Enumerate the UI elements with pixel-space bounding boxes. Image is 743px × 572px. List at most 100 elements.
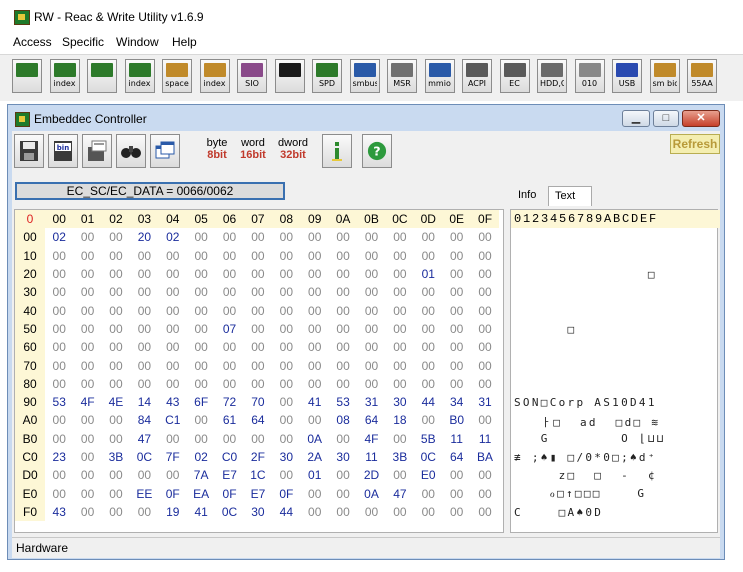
hex-cell[interactable]: 00: [442, 228, 470, 246]
hex-cell[interactable]: 0A: [301, 430, 329, 448]
hex-cell[interactable]: 00: [272, 283, 300, 301]
oscilloscope-button[interactable]: [274, 59, 305, 93]
hex-cell[interactable]: 00: [244, 247, 272, 265]
hex-cell[interactable]: 02: [159, 228, 187, 246]
hex-cell[interactable]: 00: [329, 338, 357, 356]
hex-cell[interactable]: 00: [442, 320, 470, 338]
hex-cell[interactable]: 00: [102, 265, 130, 283]
hex-cell[interactable]: 00: [471, 320, 499, 338]
dword-view-button[interactable]: dword 32bit: [276, 134, 310, 168]
hex-cell[interactable]: 4F: [357, 430, 385, 448]
hex-cell[interactable]: 00: [159, 320, 187, 338]
hex-cell[interactable]: 00: [414, 320, 442, 338]
hex-cell[interactable]: 00: [73, 338, 101, 356]
hex-cell[interactable]: 0C: [414, 448, 442, 466]
hex-cell[interactable]: 44: [272, 503, 300, 521]
hex-cell[interactable]: 00: [272, 320, 300, 338]
hex-cell[interactable]: 11: [471, 430, 499, 448]
hex-cell[interactable]: 00: [73, 411, 101, 429]
hex-cell[interactable]: 01: [301, 466, 329, 484]
hex-cell[interactable]: 00: [102, 430, 130, 448]
hex-cell[interactable]: 02: [187, 448, 215, 466]
hex-cell[interactable]: 00: [159, 283, 187, 301]
hex-cell[interactable]: 00: [73, 301, 101, 319]
hex-cell[interactable]: 00: [386, 247, 414, 265]
hex-cell[interactable]: 00: [357, 503, 385, 521]
menu-access[interactable]: Access: [13, 35, 52, 49]
sio-button[interactable]: SIO: [237, 59, 267, 93]
acpi-button[interactable]: ACPI: [462, 59, 492, 93]
hex-cell[interactable]: 00: [272, 265, 300, 283]
menu-specific[interactable]: Specific: [62, 35, 104, 49]
minimize-button[interactable]: ▁: [622, 110, 650, 127]
hex-cell[interactable]: 00: [45, 356, 73, 374]
hex-cell[interactable]: 00: [130, 356, 158, 374]
hex-cell[interactable]: 34: [442, 393, 470, 411]
hex-cell[interactable]: 00: [357, 265, 385, 283]
hex-cell[interactable]: 00: [442, 503, 470, 521]
hex-cell[interactable]: 2F: [244, 448, 272, 466]
hex-cell[interactable]: 00: [102, 503, 130, 521]
hex-cell[interactable]: 43: [45, 503, 73, 521]
hex-cell[interactable]: 00: [329, 466, 357, 484]
hex-cell[interactable]: 00: [45, 430, 73, 448]
hex-cell[interactable]: 00: [471, 484, 499, 502]
hex-cell[interactable]: 00: [471, 228, 499, 246]
hex-cell[interactable]: 00: [159, 247, 187, 265]
hex-cell[interactable]: B0: [442, 411, 470, 429]
hex-cell[interactable]: 0C: [215, 503, 243, 521]
hex-cell[interactable]: 00: [45, 320, 73, 338]
hex-cell[interactable]: 00: [102, 338, 130, 356]
hex-cell[interactable]: 64: [442, 448, 470, 466]
hex-cell[interactable]: 00: [159, 338, 187, 356]
hex-cell[interactable]: 00: [130, 338, 158, 356]
hex-cell[interactable]: 00: [301, 320, 329, 338]
hex-cell[interactable]: 00: [442, 356, 470, 374]
hex-cell[interactable]: 0C: [130, 448, 158, 466]
hex-cell[interactable]: 00: [301, 301, 329, 319]
hex-cell[interactable]: BA: [471, 448, 499, 466]
ec-port-field[interactable]: EC_SC/EC_DATA = 0066/0062: [15, 182, 285, 200]
hex-cell[interactable]: 00: [45, 265, 73, 283]
hex-cell[interactable]: 00: [215, 247, 243, 265]
hex-cell[interactable]: 00: [187, 283, 215, 301]
hex-cell[interactable]: 23: [45, 448, 73, 466]
hex-cell[interactable]: 00: [244, 375, 272, 393]
hex-cell[interactable]: 00: [442, 265, 470, 283]
hex-cell[interactable]: 3B: [102, 448, 130, 466]
hex-cell[interactable]: 00: [244, 356, 272, 374]
hex-cell[interactable]: 00: [272, 301, 300, 319]
hex-cell[interactable]: 00: [130, 503, 158, 521]
hex-cell[interactable]: 08: [329, 411, 357, 429]
hex-cell[interactable]: 00: [215, 338, 243, 356]
hex-cell[interactable]: 41: [187, 503, 215, 521]
hex-cell[interactable]: 00: [414, 484, 442, 502]
hex-cell[interactable]: 00: [386, 503, 414, 521]
hex-cell[interactable]: 44: [414, 393, 442, 411]
hex-cell[interactable]: 00: [357, 375, 385, 393]
hex-cell[interactable]: 00: [130, 265, 158, 283]
hex-cell[interactable]: 00: [329, 265, 357, 283]
hex-cell[interactable]: 00: [329, 247, 357, 265]
hex-cell[interactable]: 02: [45, 228, 73, 246]
byte-view-button[interactable]: byte 8bit: [202, 134, 232, 168]
hex-cell[interactable]: 00: [102, 283, 130, 301]
hex-cell[interactable]: 53: [329, 393, 357, 411]
hex-cell[interactable]: 00: [272, 375, 300, 393]
hex-cell[interactable]: EA: [187, 484, 215, 502]
hex-cell[interactable]: 4F: [73, 393, 101, 411]
menu-help[interactable]: Help: [172, 35, 197, 49]
hex-cell[interactable]: 00: [471, 356, 499, 374]
hex-cell[interactable]: 00: [442, 338, 470, 356]
hex-cell[interactable]: 00: [357, 320, 385, 338]
hex-cell[interactable]: 00: [357, 283, 385, 301]
hex-cell[interactable]: 00: [357, 228, 385, 246]
hex-cell[interactable]: 00: [301, 375, 329, 393]
hex-cell[interactable]: 00: [187, 247, 215, 265]
hex-cell[interactable]: 00: [272, 411, 300, 429]
hex-cell[interactable]: C1: [159, 411, 187, 429]
hex-cell[interactable]: 00: [73, 375, 101, 393]
sm-bios-button[interactable]: sm bios: [649, 59, 680, 93]
hex-cell[interactable]: 00: [73, 356, 101, 374]
hex-cell[interactable]: 00: [301, 356, 329, 374]
